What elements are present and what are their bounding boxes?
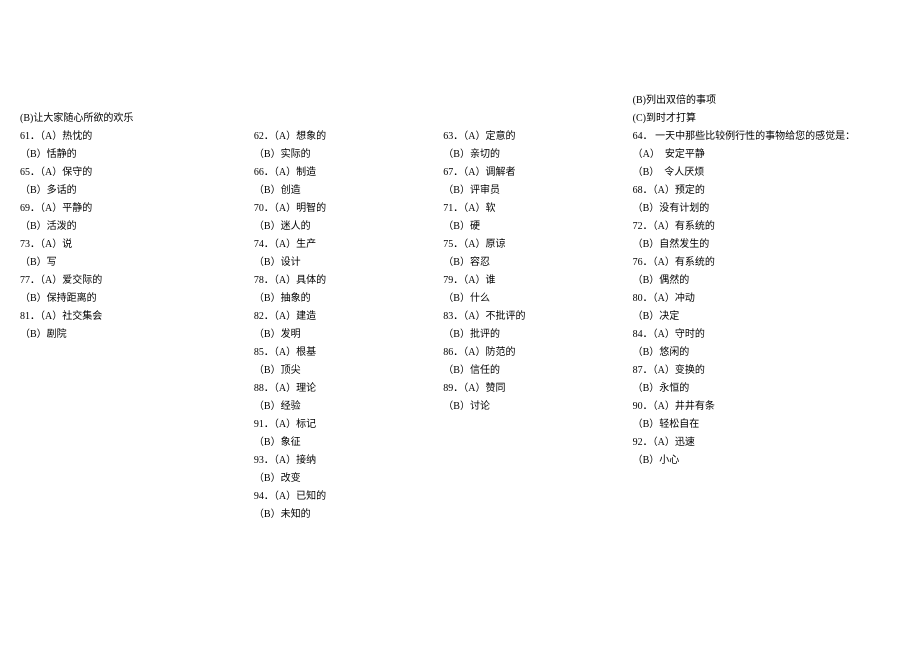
q71-option-a: 71．（A）软 — [443, 200, 632, 218]
q72-option-a: 72．（A）有系统的 — [633, 218, 900, 236]
q89-option-b: （B）讨论 — [443, 398, 632, 416]
q77-option-a: 77．（A）爱交际的 — [20, 272, 254, 290]
q91-option-b: （B）象征 — [254, 434, 443, 452]
q76-option-b: （B）偶然的 — [633, 272, 900, 290]
q65-option-b: （B）多话的 — [20, 182, 254, 200]
q69-option-a: 69．（A）平静的 — [20, 200, 254, 218]
q62-option-b: （B）实际的 — [254, 146, 443, 164]
q68-option-b: （B）没有计划的 — [633, 200, 900, 218]
q90-option-a: 90．（A）井井有条 — [633, 398, 900, 416]
q89-option-a: 89．（A）赞同 — [443, 380, 632, 398]
q75-option-a: 75．（A）原谅 — [443, 236, 632, 254]
q70-option-a: 70．（A）明智的 — [254, 200, 443, 218]
q74-option-b: （B）设计 — [254, 254, 443, 272]
q88-option-b: （B）经验 — [254, 398, 443, 416]
q73-option-a: 73．（A）说 — [20, 236, 254, 254]
q85-option-b: （B）顶尖 — [254, 362, 443, 380]
q63-option-a: 63．（A）定意的 — [443, 128, 632, 146]
q83-option-b: （B）批评的 — [443, 326, 632, 344]
q86-option-b: （B）信任的 — [443, 362, 632, 380]
q82-option-b: （B）发明 — [254, 326, 443, 344]
q85-option-a: 85．（A）根基 — [254, 344, 443, 362]
q60-option-b: (B)让大家随心所欲的欢乐 — [20, 110, 254, 128]
q69-option-b: （B）活泼的 — [20, 218, 254, 236]
q66-option-a: 66．（A）制造 — [254, 164, 443, 182]
q93-option-b: （B）改变 — [254, 470, 443, 488]
spacer — [254, 110, 443, 128]
document-page: (B)让大家随心所欲的欢乐 61．（A）热忱的 （B）恬静的 65．（A）保守的… — [20, 110, 900, 524]
q92-option-a: 92．（A）迅速 — [633, 434, 900, 452]
q64-option-a: （A） 安定平静 — [633, 146, 900, 164]
column-2: 62．（A）想象的 （B）实际的 66．（A）制造 （B）创造 70．（A）明智… — [254, 110, 443, 524]
q75-option-b: （B）容忍 — [443, 254, 632, 272]
column-1: (B)让大家随心所欲的欢乐 61．（A）热忱的 （B）恬静的 65．（A）保守的… — [20, 110, 254, 524]
q84-option-b: （B）悠闲的 — [633, 344, 900, 362]
q77-option-b: （B）保持距离的 — [20, 290, 254, 308]
q79-option-a: 79．（A）谁 — [443, 272, 632, 290]
q88-option-a: 88．（A）理论 — [254, 380, 443, 398]
q91-option-a: 91．（A）标记 — [254, 416, 443, 434]
q92-option-b: （B）小心 — [633, 452, 900, 470]
q84-option-a: 84．（A）守时的 — [633, 326, 900, 344]
q65-option-a: 65．（A）保守的 — [20, 164, 254, 182]
q63-option-b: （B）亲切的 — [443, 146, 632, 164]
q68-option-a: 68．（A）预定的 — [633, 182, 900, 200]
column-4: (B)列出双倍的事项 (C)到时才打算 64． 一天中那些比较例行性的事物给您的… — [633, 110, 900, 524]
q62-option-a: 62．（A）想象的 — [254, 128, 443, 146]
q80-option-b: （B）决定 — [633, 308, 900, 326]
q94-option-b: （B）未知的 — [254, 506, 443, 524]
prev-option-b: (B)列出双倍的事项 — [633, 92, 900, 110]
q61-option-b: （B）恬静的 — [20, 146, 254, 164]
q67-option-a: 67．（A）调解者 — [443, 164, 632, 182]
q90-option-b: （B）轻松自在 — [633, 416, 900, 434]
prev-option-c: (C)到时才打算 — [633, 110, 900, 128]
q94-option-a: 94．（A）已知的 — [254, 488, 443, 506]
q64-question: 64． 一天中那些比较例行性的事物给您的感觉是： — [633, 128, 900, 146]
q73-option-b: （B）写 — [20, 254, 254, 272]
q80-option-a: 80．（A）冲动 — [633, 290, 900, 308]
q93-option-a: 93．（A）接纳 — [254, 452, 443, 470]
q72-option-b: （B）自然发生的 — [633, 236, 900, 254]
q66-option-b: （B）创造 — [254, 182, 443, 200]
column-3: 63．（A）定意的 （B）亲切的 67．（A）调解者 （B）评审员 71．（A）… — [443, 110, 632, 524]
q87-option-b: （B）永恒的 — [633, 380, 900, 398]
q70-option-b: （B）迷人的 — [254, 218, 443, 236]
q81-option-b: （B）剧院 — [20, 326, 254, 344]
q83-option-a: 83．（A）不批评的 — [443, 308, 632, 326]
q86-option-a: 86．（A）防范的 — [443, 344, 632, 362]
q78-option-a: 78．（A）具体的 — [254, 272, 443, 290]
q74-option-a: 74．（A）生产 — [254, 236, 443, 254]
q82-option-a: 82．（A）建造 — [254, 308, 443, 326]
q79-option-b: （B）什么 — [443, 290, 632, 308]
q76-option-a: 76．（A）有系统的 — [633, 254, 900, 272]
q64-option-b: （B） 令人厌烦 — [633, 164, 900, 182]
q78-option-b: （B）抽象的 — [254, 290, 443, 308]
spacer — [443, 110, 632, 128]
q67-option-b: （B）评审员 — [443, 182, 632, 200]
q71-option-b: （B）硬 — [443, 218, 632, 236]
q61-option-a: 61．（A）热忱的 — [20, 128, 254, 146]
q87-option-a: 87．（A）变换的 — [633, 362, 900, 380]
q81-option-a: 81．（A）社交集会 — [20, 308, 254, 326]
